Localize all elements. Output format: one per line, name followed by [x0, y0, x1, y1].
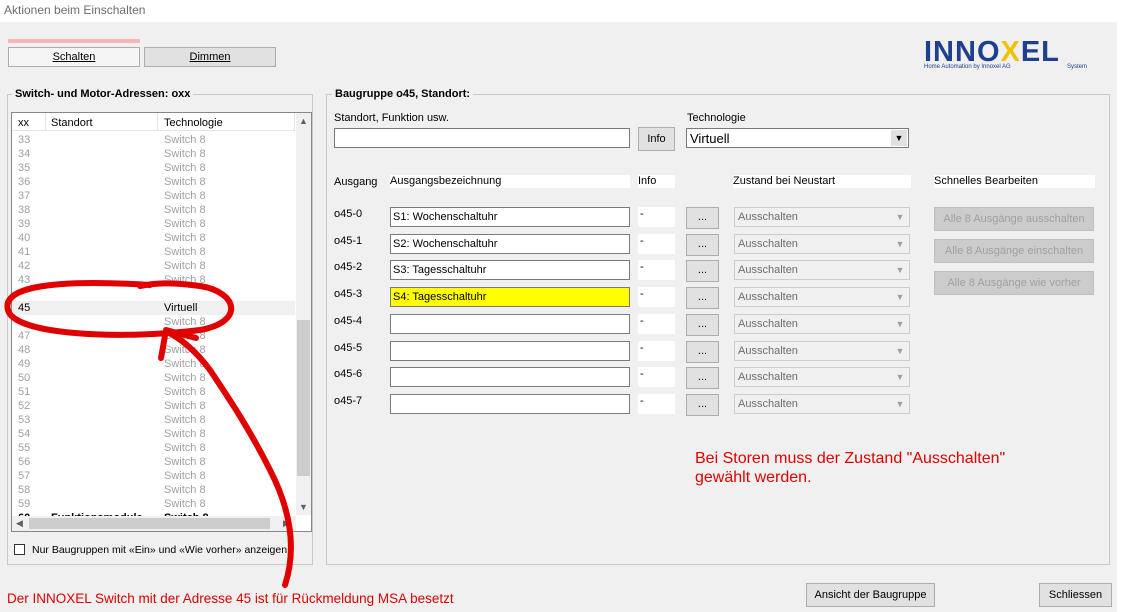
circle-annotation — [4, 280, 235, 338]
annotation-drawing — [4, 280, 294, 588]
arrow-shaft — [165, 329, 294, 588]
arrow-head-icon — [158, 327, 199, 361]
